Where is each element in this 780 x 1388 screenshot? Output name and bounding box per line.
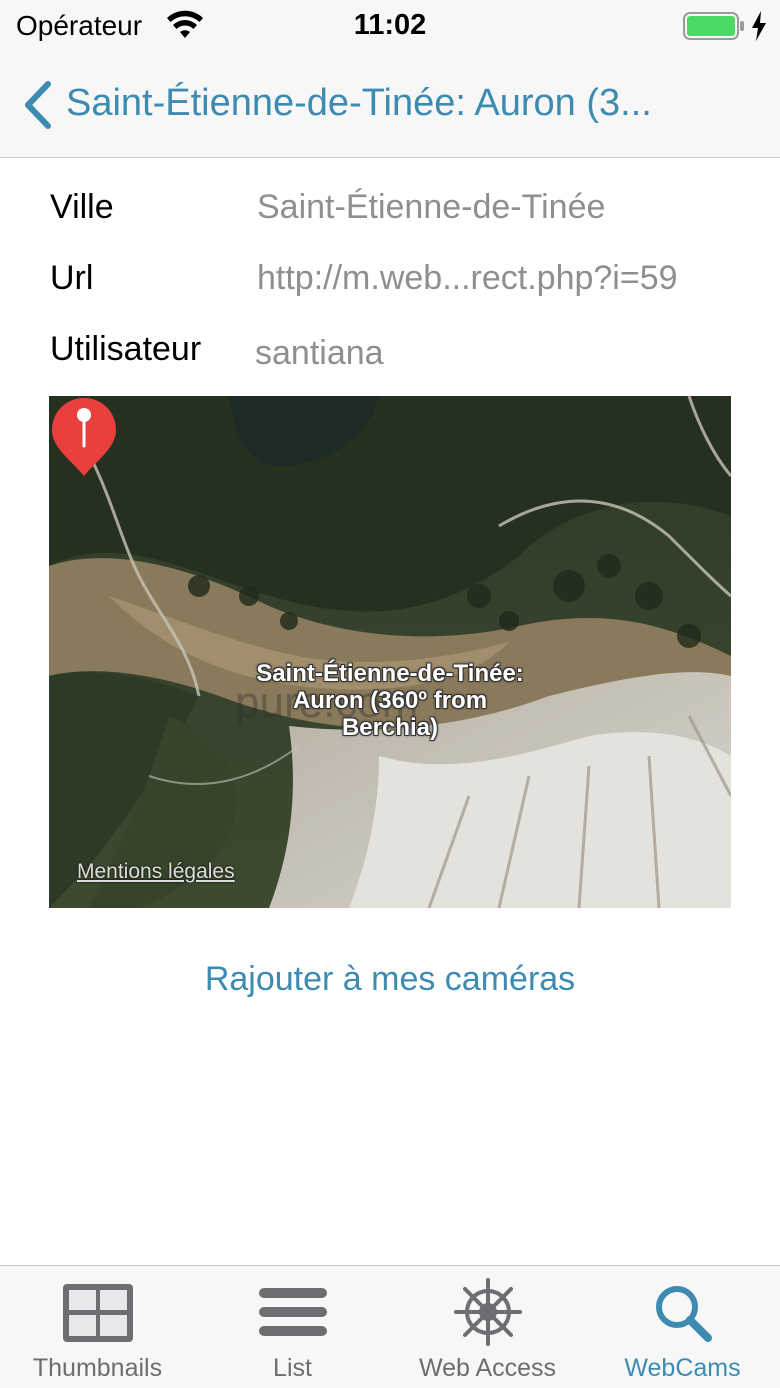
detail-row-utilisateur: Utilisateur santiana (50, 330, 750, 380)
status-bar: Opérateur 11:02 (0, 0, 780, 52)
tab-webcams[interactable]: WebCams (585, 1266, 780, 1388)
clock: 11:02 (353, 9, 427, 41)
ship-wheel-icon (453, 1278, 522, 1346)
navigation-bar: Saint-Étienne-de-Tinée: Auron (3... (0, 52, 780, 158)
detail-value: Saint-Étienne-de-Tinée (257, 188, 606, 226)
satellite-map[interactable]: pure.com Saint-Étienne-de-Tinée: Auron (… (49, 396, 731, 908)
list-icon (258, 1288, 327, 1336)
detail-label: Utilisateur (50, 330, 202, 368)
add-to-cameras-button[interactable]: Rajouter à mes caméras (0, 960, 780, 999)
tab-web-access[interactable]: Web Access (390, 1266, 585, 1388)
back-chevron-icon[interactable] (18, 80, 58, 130)
tab-label: Thumbnails (32, 1354, 163, 1382)
detail-row-ville: Ville Saint-Étienne-de-Tinée (50, 188, 750, 238)
map-pin-icon[interactable] (49, 396, 119, 478)
detail-label: Ville (50, 188, 114, 226)
map-pin-label: Saint-Étienne-de-Tinée: Auron (360º from… (256, 660, 524, 741)
page-title: Saint-Étienne-de-Tinée: Auron (3... (66, 82, 652, 124)
grid-icon (62, 1284, 133, 1342)
satellite-terrain (49, 396, 731, 908)
tab-bar: Thumbnails List Web Access WebCams (0, 1265, 780, 1388)
detail-value-link[interactable]: http://m.web...rect.php?i=59 (257, 259, 678, 298)
tab-label: Web Access (418, 1354, 557, 1382)
legal-notices-link[interactable]: Mentions légales (77, 860, 235, 884)
detail-label: Url (50, 259, 94, 297)
detail-row-url: Url http://m.web...rect.php?i=59 (50, 259, 750, 309)
charging-bolt-icon (752, 11, 766, 41)
search-icon (655, 1286, 712, 1342)
detail-value: santiana (255, 334, 384, 372)
tab-thumbnails[interactable]: Thumbnails (0, 1266, 195, 1388)
tab-list[interactable]: List (195, 1266, 390, 1388)
tab-label: List (273, 1354, 312, 1382)
battery-icon (683, 12, 744, 40)
tab-label: WebCams (624, 1354, 741, 1382)
